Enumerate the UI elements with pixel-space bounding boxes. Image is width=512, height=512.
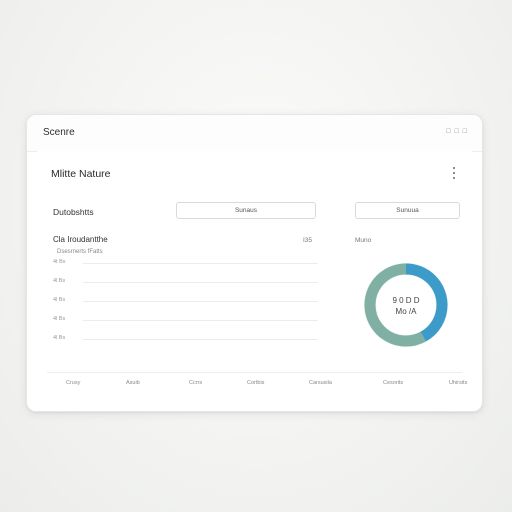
x-tick-label: Carsusila <box>309 380 332 386</box>
card-title: Mlitte Nature <box>51 168 111 180</box>
chart-subtitle: Dsesrnerts fFatts <box>57 249 103 255</box>
gridline <box>83 301 318 302</box>
gridline <box>83 263 318 264</box>
x-tick-label: Cortbis <box>247 380 265 386</box>
x-tick-label: Ccrrs <box>189 380 203 386</box>
grid-row: 4l Bs <box>53 335 318 341</box>
more-options-icon[interactable] <box>450 167 458 179</box>
desktop-background: Scenre □ □ □ Mlitte Nature Dutobshtts Su… <box>0 0 512 512</box>
gridline <box>83 320 318 321</box>
x-tick-label: Crusy <box>66 380 81 386</box>
app-title: Scenre <box>43 127 75 138</box>
donut-chart: 9 0 D D Mo /A <box>364 263 448 347</box>
donut-center-line2: Mo /A <box>396 307 418 316</box>
grid-row: 4t Bs <box>53 259 318 265</box>
section-label: Dutobshtts <box>53 207 94 217</box>
filter-button-right[interactable]: Sunuua <box>355 202 460 219</box>
y-tick-label: 4t Bs <box>53 259 66 265</box>
x-tick-label: Asuib <box>126 380 140 386</box>
filter-button-left[interactable]: Sunaus <box>176 202 316 219</box>
donut-title: Muno <box>355 237 372 244</box>
y-tick-label: 4l Bs <box>53 335 66 341</box>
donut-center-line1: 9 0 D D <box>392 296 419 305</box>
line-chart-grid: 4t Bs 4l Bs 4l Bs 4l Bs 4l Bs <box>53 259 318 363</box>
x-tick-label: Cesorits <box>383 380 404 386</box>
divider <box>47 372 462 373</box>
gridline <box>83 339 318 340</box>
chart-title: Cla Iroudantthe <box>53 235 108 244</box>
window-controls[interactable]: □ □ □ <box>446 128 468 135</box>
grid-row: 4l Bs <box>53 316 318 322</box>
gridline <box>83 282 318 283</box>
y-tick-label: 4l Bs <box>53 278 66 284</box>
title-bar: Scenre □ □ □ <box>27 115 482 152</box>
grid-row: 4l Bs <box>53 297 318 303</box>
y-tick-label: 4l Bs <box>53 297 66 303</box>
grid-row: 4l Bs <box>53 278 318 284</box>
chart-value: I35 <box>303 237 313 244</box>
y-tick-label: 4l Bs <box>53 316 66 322</box>
x-axis-labels: Crusy Asuib Ccrrs Cortbis Carsusila Cesorits U… <box>53 380 473 390</box>
x-tick-label: Uhirsits <box>449 380 468 386</box>
